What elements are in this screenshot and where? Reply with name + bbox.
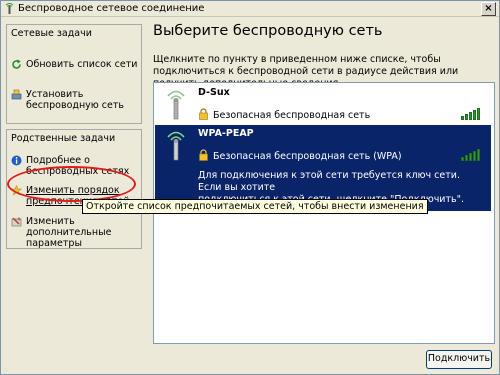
signal-strength-icon [461, 108, 483, 120]
title-bar: Беспроводное сетевое соединение × [1, 1, 499, 17]
lock-icon [199, 108, 208, 120]
connect-button[interactable]: Подключить [426, 350, 492, 369]
setup-wireless-network-label: Установить беспроводную сеть [26, 89, 125, 111]
network-security: Безопасная беспроводная сеть (WPA) [213, 151, 402, 162]
related-tasks-title: Родственные задачи [11, 133, 116, 144]
network-tasks-title: Сетевые задачи [11, 28, 92, 39]
close-button[interactable]: × [481, 2, 496, 16]
tooltip: Откройте список предпочитаемых сетей, чт… [82, 199, 428, 214]
setup-wizard-icon [11, 89, 22, 100]
learn-wireless-label: Подробнее о беспроводных сетях [26, 155, 130, 177]
network-item-d-sux[interactable]: D-Sux Безопасная беспроводная сеть [155, 84, 491, 124]
network-name: D-Sux [198, 87, 230, 98]
page-title: Выберите беспроводную сеть [153, 23, 383, 39]
signal-strength-icon [461, 149, 483, 161]
star-icon [11, 185, 22, 196]
network-name: WPA-PEAP [198, 128, 254, 139]
settings-icon [11, 217, 22, 227]
main-panel: Выберите беспроводную сеть Щелкните по п… [148, 18, 496, 372]
network-security: Безопасная беспроводная сеть [213, 110, 371, 121]
lock-icon [199, 149, 208, 161]
info-icon [11, 155, 22, 166]
wireless-antenna-icon [167, 131, 185, 161]
refresh-icon [12, 59, 21, 69]
wireless-antenna-icon [167, 90, 185, 120]
wireless-connection-window: Беспроводное сетевое соединение × Сетевы… [0, 0, 500, 375]
related-tasks-panel: Родственные задачи Подробнее о беспровод… [6, 129, 142, 249]
sidebar: Сетевые задачи Обновить список сети Уста… [3, 18, 146, 372]
network-tasks-panel: Сетевые задачи Обновить список сети Уста… [6, 24, 142, 124]
wireless-icon [5, 3, 14, 14]
window-title: Беспроводное сетевое соединение [18, 3, 205, 14]
change-advanced-settings-label: Изменить дополнительные параметры [26, 216, 112, 249]
refresh-network-list-label: Обновить список сети [26, 59, 138, 70]
